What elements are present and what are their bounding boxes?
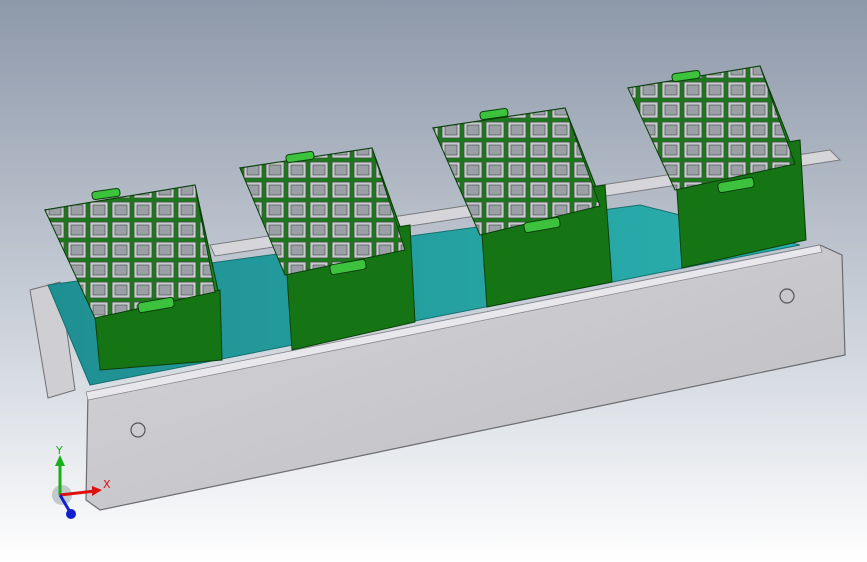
cad-viewport[interactable]: Y X bbox=[0, 0, 867, 562]
x-axis-label: X bbox=[103, 478, 111, 491]
conveyor-model-scene[interactable]: Y X bbox=[0, 0, 867, 562]
y-axis-label: Y bbox=[55, 444, 63, 457]
